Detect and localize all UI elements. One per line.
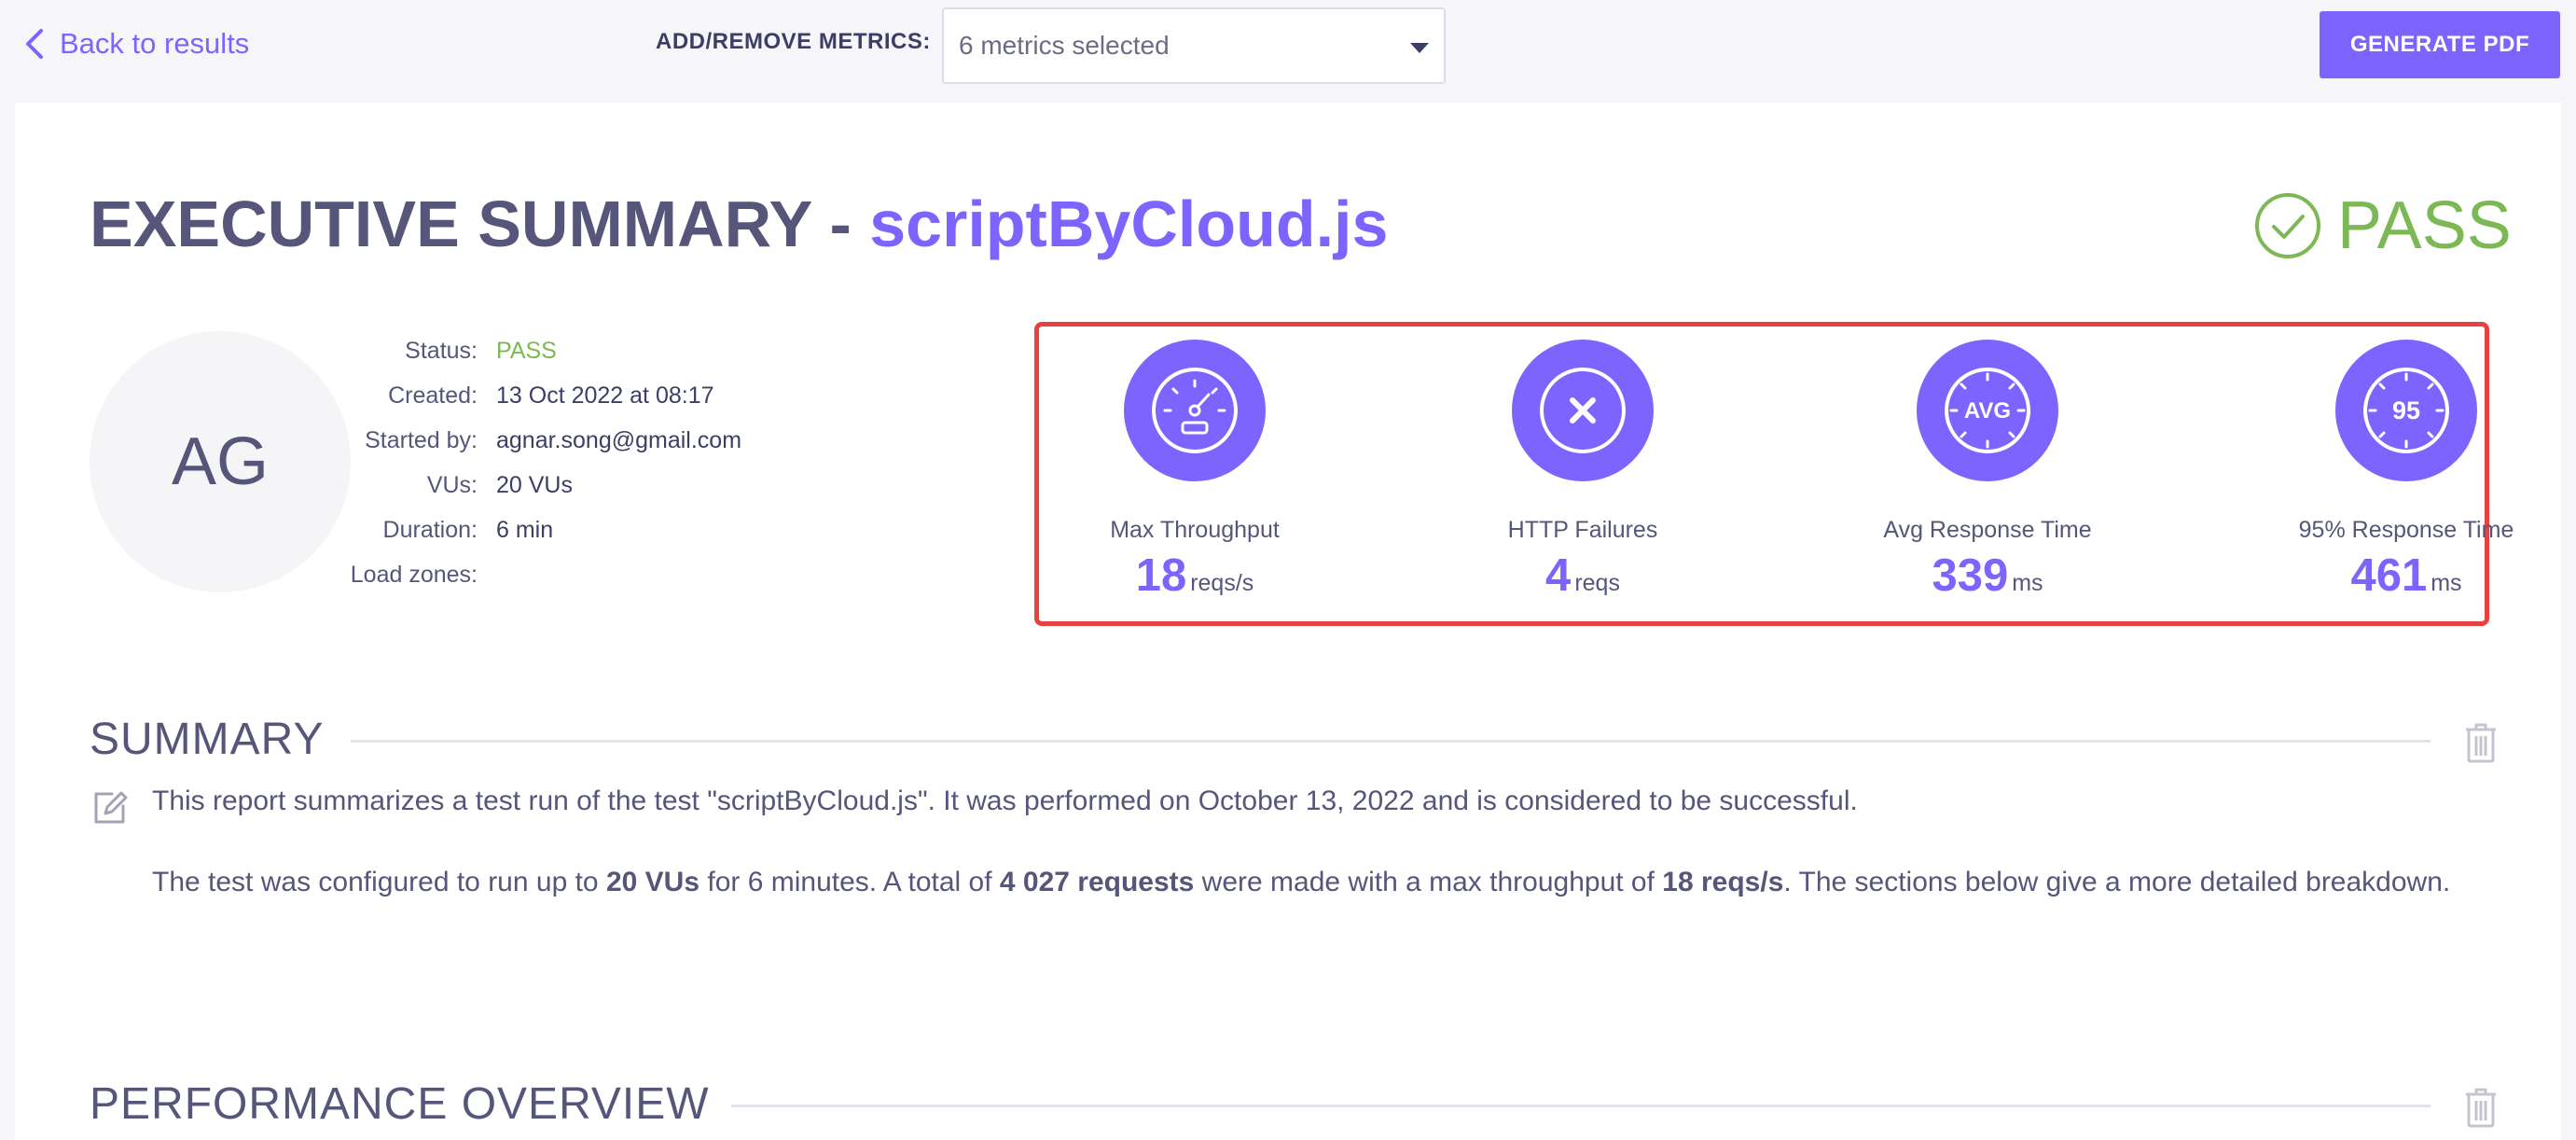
metric-icon-circle: 95 xyxy=(2335,340,2477,481)
test-info: Status: PASS Created: 13 Oct 2022 at 08:… xyxy=(285,328,808,597)
info-row-load-zones: Load zones: xyxy=(285,552,808,597)
top-bar: Back to results ADD/REMOVE METRICS: 6 me… xyxy=(0,0,2576,99)
avg-icon-text: AVG xyxy=(1964,398,2011,424)
summary-divider xyxy=(351,740,2431,743)
summary-intro: This report summarizes a test run of the… xyxy=(152,785,1858,816)
info-value: agnar.song@gmail.com xyxy=(496,426,742,453)
metric-label: HTTP Failures xyxy=(1507,517,1658,543)
summary-text: . The sections below give a more detaile… xyxy=(1783,867,2451,897)
back-to-results-link[interactable]: Back to results xyxy=(24,22,249,65)
metric-number: 4 xyxy=(1545,550,1572,601)
summary-details: The test was configured to run up to 20 … xyxy=(152,860,2456,905)
metric-icon-circle xyxy=(1512,340,1654,481)
info-key: VUs: xyxy=(426,471,478,498)
metric-value: 4 reqs xyxy=(1424,549,1741,602)
metric-unit: reqs xyxy=(1574,570,1620,596)
info-key: Duration: xyxy=(382,516,478,543)
summary-text: for 6 minutes. A total of xyxy=(699,867,1000,897)
summary-throughput: 18 reqs/s xyxy=(1662,867,1784,897)
x-circle-icon xyxy=(1540,368,1626,453)
delete-summary-trash-icon[interactable] xyxy=(2464,722,2498,763)
summary-requests: 4 027 requests xyxy=(999,867,1195,897)
script-name: scriptByCloud.js xyxy=(869,188,1389,260)
metric-value: 339 ms xyxy=(1829,549,2146,602)
edit-summary-icon[interactable] xyxy=(91,788,129,826)
info-key: Load zones: xyxy=(350,561,478,588)
info-value: PASS xyxy=(496,337,557,364)
summary-vus: 20 VUs xyxy=(605,867,700,897)
info-value: 13 Oct 2022 at 08:17 xyxy=(496,382,714,409)
summary-text: were made with a max throughput of xyxy=(1194,867,1663,897)
metric-label: 95% Response Time xyxy=(2298,517,2514,543)
metric-label: Max Throughput xyxy=(1110,517,1280,543)
check-circle-icon xyxy=(2255,193,2320,258)
metric-number: 18 xyxy=(1135,550,1187,601)
info-row-duration: Duration: 6 min xyxy=(285,507,808,552)
delete-performance-trash-icon[interactable] xyxy=(2464,1087,2498,1128)
page-title: EXECUTIVE SUMMARY - scriptByCloud.js xyxy=(90,187,1388,261)
info-row-status: Status: PASS xyxy=(285,328,808,373)
key-metrics-panel: Max Throughput 18 reqs/s HTTP Failures 4r… xyxy=(1034,322,2514,626)
summary-text: The test was configured to run up to xyxy=(152,867,606,897)
summary-heading: SUMMARY xyxy=(90,715,325,764)
metric-unit: ms xyxy=(2012,570,2043,596)
metric-value: 461 ms xyxy=(2248,549,2565,602)
metric-number: 461 xyxy=(2350,550,2428,601)
info-row-started-by: Started by: agnar.song@gmail.com xyxy=(285,418,808,463)
info-value: 20 VUs xyxy=(496,471,573,498)
back-link-label: Back to results xyxy=(60,27,250,60)
metric-label: Avg Response Time xyxy=(1883,517,2092,543)
title-prefix: EXECUTIVE SUMMARY - xyxy=(90,188,870,260)
metric-icon-circle xyxy=(1124,340,1266,481)
percentile-gauge-icon: 95 xyxy=(2363,368,2449,453)
metric-unit: reqs/s xyxy=(1190,570,1254,596)
performance-overview-heading: PERFORMANCE OVERVIEW xyxy=(90,1079,710,1129)
info-row-created: Created: 13 Oct 2022 at 08:17 xyxy=(285,373,808,418)
info-value: 6 min xyxy=(496,516,554,543)
report-card: EXECUTIVE SUMMARY - scriptByCloud.js PAS… xyxy=(15,103,2561,1140)
info-key: Created: xyxy=(388,382,478,409)
result-label: PASS xyxy=(2337,188,2512,263)
speedometer-icon xyxy=(1152,368,1238,453)
metric-max-throughput: Max Throughput 18 reqs/s xyxy=(1036,340,1353,619)
metrics-dropdown-value: 6 metrics selected xyxy=(959,31,1170,60)
chevron-left-icon xyxy=(26,29,43,59)
caret-down-icon xyxy=(1410,43,1429,53)
metrics-label: ADD/REMOVE METRICS: xyxy=(656,29,931,54)
metric-number: 339 xyxy=(1932,550,2009,601)
metric-icon-circle: AVG xyxy=(1917,340,2058,481)
metric-value: 18 reqs/s xyxy=(1036,549,1353,602)
result-badge: PASS xyxy=(2253,188,2512,263)
avg-gauge-icon: AVG xyxy=(1945,368,2030,453)
generate-pdf-button[interactable]: GENERATE PDF xyxy=(2320,11,2560,78)
percentile-icon-text: 95 xyxy=(2392,396,2420,424)
avatar-initials: AG xyxy=(171,424,270,499)
metric-http-failures: HTTP Failures 4 reqs xyxy=(1424,340,1741,619)
metric-95-response-time: 95 95% Response Time 461 ms xyxy=(2248,340,2565,619)
performance-divider xyxy=(731,1105,2431,1107)
metric-avg-response-time: AVG Avg Response Time 339 ms xyxy=(1829,340,2146,619)
info-row-vus: VUs: 20 VUs xyxy=(285,463,808,507)
info-key: Started by: xyxy=(365,426,478,453)
metrics-dropdown[interactable]: 6 metrics selected xyxy=(942,7,1446,84)
info-key: Status: xyxy=(405,337,478,364)
metric-unit: ms xyxy=(2431,570,2462,596)
